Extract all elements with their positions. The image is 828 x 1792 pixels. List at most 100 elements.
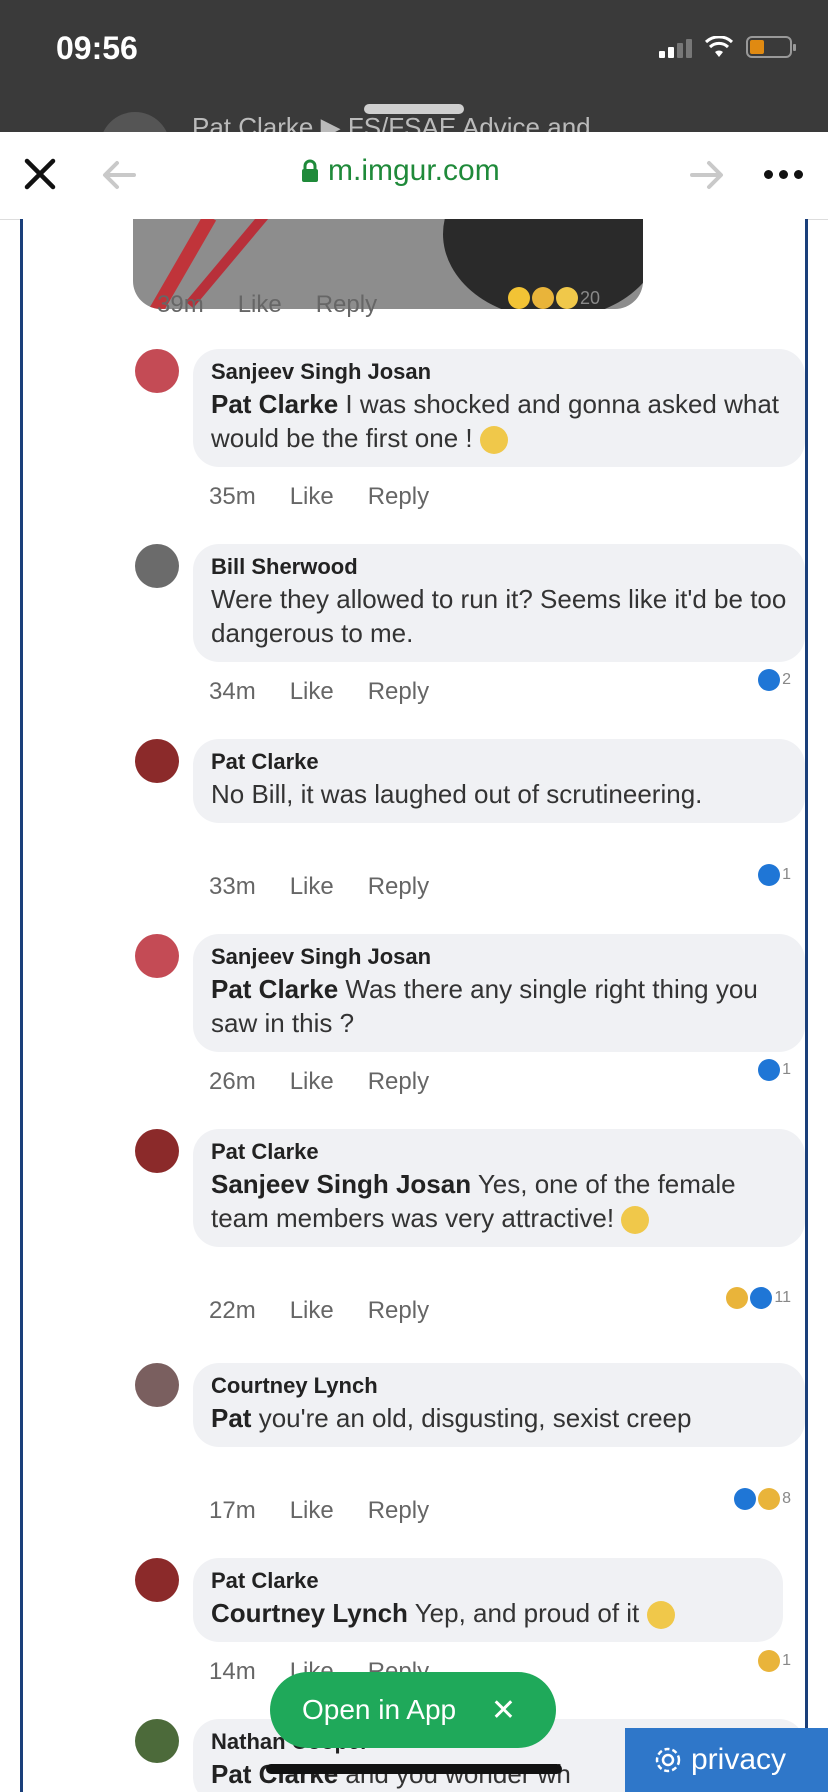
signal-icon: [659, 36, 692, 58]
comment-body: Yep, and proud of it: [407, 1598, 640, 1628]
avatar[interactable]: [135, 1719, 179, 1763]
comment-mention[interactable]: Pat Clarke: [211, 389, 338, 419]
comment-text: Courtney Lynch Yep, and proud of it: [211, 1596, 765, 1630]
comment-author[interactable]: Pat Clarke: [211, 1566, 765, 1596]
comment-bubble: Bill Sherwood Were they allowed to run i…: [193, 544, 805, 662]
comment-time: 14m: [209, 1658, 256, 1685]
comment-actions: 22m Like Reply: [209, 1297, 429, 1325]
comment-actions: 35m Like Reply: [209, 483, 429, 511]
reply-link[interactable]: Reply: [368, 1497, 429, 1525]
reply-link[interactable]: Reply: [368, 483, 429, 511]
like-link[interactable]: Like: [290, 873, 334, 901]
comment-text: Sanjeev Singh Josan Yes, one of the fema…: [211, 1167, 787, 1235]
screenshot-content: 39m Like Reply 20 Sanjeev Singh Josan Pa…: [20, 219, 808, 1792]
status-bar: 09:56 Pat Clarke ▶ FS/FSAE Advice and: [0, 0, 828, 138]
avatar[interactable]: [135, 1558, 179, 1602]
forward-arrow-icon[interactable]: [690, 160, 724, 190]
like-link[interactable]: Like: [290, 483, 334, 511]
home-indicator[interactable]: [266, 1764, 562, 1774]
avatar[interactable]: [135, 1129, 179, 1173]
reply-link[interactable]: Reply: [368, 873, 429, 901]
comment-author[interactable]: Pat Clarke: [211, 1137, 787, 1167]
comment-actions: 33m Like Reply: [209, 873, 429, 901]
url-bar[interactable]: m.imgur.com: [300, 154, 500, 188]
photo-reply[interactable]: Reply: [316, 291, 377, 319]
comment-time: 22m: [209, 1297, 256, 1324]
comment-reactions[interactable]: 2: [758, 669, 791, 691]
comment-text: Pat Clarke Was there any single right th…: [211, 972, 787, 1040]
haha-reaction-icon: [532, 287, 554, 309]
open-in-app-button[interactable]: Open in App ✕: [270, 1672, 556, 1748]
comment-mention[interactable]: Sanjeev Singh Josan: [211, 1169, 471, 1199]
comment-time: 35m: [209, 483, 256, 510]
comment-bubble: Sanjeev Singh Josan Pat Clarke I was sho…: [193, 349, 805, 467]
haha-reaction-icon: [758, 1488, 781, 1510]
dismiss-icon[interactable]: ✕: [491, 1693, 516, 1728]
wow-reaction-icon: [508, 287, 530, 309]
close-icon[interactable]: [22, 156, 58, 192]
comment-bubble: Pat Clarke No Bill, it was laughed out o…: [193, 739, 805, 823]
comment-actions: 17m Like Reply: [209, 1497, 429, 1525]
avatar[interactable]: [135, 934, 179, 978]
comment-author[interactable]: Sanjeev Singh Josan: [211, 942, 787, 972]
back-arrow-icon[interactable]: [102, 160, 136, 190]
comment-mention[interactable]: Pat: [211, 1403, 251, 1433]
comment-author[interactable]: Courtney Lynch: [211, 1371, 787, 1401]
avatar[interactable]: [135, 739, 179, 783]
browser-toolbar: m.imgur.com: [0, 132, 828, 220]
avatar[interactable]: [135, 1363, 179, 1407]
open-in-app-label: Open in App: [302, 1694, 457, 1725]
reply-link[interactable]: Reply: [368, 678, 429, 706]
like-reaction-icon: [734, 1488, 757, 1510]
like-reaction-icon: [758, 1059, 781, 1081]
comment-author[interactable]: Pat Clarke: [211, 747, 787, 777]
comment-time: 17m: [209, 1497, 256, 1524]
comment-author[interactable]: Bill Sherwood: [211, 552, 787, 582]
like-link[interactable]: Like: [290, 678, 334, 706]
photo-like[interactable]: Like: [238, 291, 282, 319]
haha-reaction-icon: [758, 1650, 781, 1672]
reply-link[interactable]: Reply: [368, 1068, 429, 1096]
status-icons: [659, 36, 796, 58]
gear-icon: [655, 1747, 681, 1773]
reaction-count: 20: [580, 287, 601, 308]
comment-actions: 34m Like Reply: [209, 678, 429, 706]
photo-actions: 39m Like Reply: [157, 291, 377, 319]
url-text: m.imgur.com: [328, 154, 500, 187]
reaction-count: 8: [782, 1490, 791, 1507]
reply-link[interactable]: Reply: [368, 1297, 429, 1325]
reaction-count: 2: [782, 671, 791, 688]
reaction-count: 1: [782, 866, 791, 883]
wow-emoji-icon: [479, 426, 508, 455]
comment-reactions[interactable]: 1: [758, 1059, 791, 1081]
comment-reactions[interactable]: 1: [758, 864, 791, 886]
like-link[interactable]: Like: [290, 1497, 334, 1525]
more-options-icon[interactable]: [764, 170, 803, 179]
comment-mention[interactable]: Courtney Lynch: [211, 1598, 408, 1628]
like-link[interactable]: Like: [290, 1068, 334, 1096]
comment-reactions[interactable]: 11: [726, 1287, 791, 1309]
privacy-button[interactable]: privacy: [625, 1728, 828, 1792]
browser-sheet: m.imgur.com 39m Like Reply 20 Sanjeev Si…: [0, 132, 828, 1792]
comment-time: 26m: [209, 1068, 256, 1095]
like-link[interactable]: Like: [290, 1297, 334, 1325]
grin-emoji-icon: [646, 1601, 675, 1630]
status-time: 09:56: [56, 30, 138, 66]
sheet-grabber[interactable]: [364, 104, 464, 114]
comment-author[interactable]: Sanjeev Singh Josan: [211, 357, 787, 387]
haha-reaction-icon: [726, 1287, 749, 1309]
comment-mention[interactable]: Pat Clarke: [211, 974, 338, 1004]
comment-text: Pat you're an old, disgusting, sexist cr…: [211, 1401, 787, 1435]
sad-reaction-icon: [556, 287, 578, 309]
comment-bubble: Courtney Lynch Pat you're an old, disgus…: [193, 1363, 805, 1447]
photo-reactions[interactable]: 20: [508, 287, 600, 309]
reaction-count: 11: [774, 1289, 791, 1306]
comment-reactions[interactable]: 1: [758, 1650, 791, 1672]
comment-body: No Bill, it was laughed out of scrutinee…: [211, 779, 703, 809]
comment-body: Were they allowed to run it? Seems like …: [211, 584, 787, 648]
comment-reactions[interactable]: 8: [734, 1488, 791, 1510]
avatar[interactable]: [135, 349, 179, 393]
avatar[interactable]: [135, 544, 179, 588]
like-reaction-icon: [758, 669, 781, 691]
like-reaction-icon: [750, 1287, 773, 1309]
